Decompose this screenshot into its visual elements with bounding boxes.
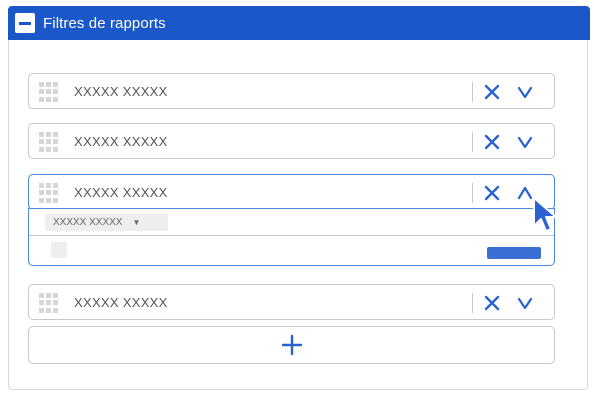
drag-handle-icon[interactable] — [39, 132, 59, 152]
add-filter-button[interactable] — [28, 326, 555, 364]
close-icon — [484, 295, 500, 311]
remove-filter-button[interactable] — [480, 291, 504, 315]
close-icon — [484, 84, 500, 100]
drag-handle-icon[interactable] — [39, 183, 59, 203]
close-icon — [484, 134, 500, 150]
divider — [472, 82, 473, 102]
remove-filter-button[interactable] — [480, 130, 504, 154]
expand-filter-button[interactable] — [513, 80, 537, 104]
filter-value-select[interactable]: XXXXX XXXXX ▼ — [45, 214, 168, 231]
remove-filter-button[interactable] — [480, 80, 504, 104]
drag-handle-icon[interactable] — [39, 82, 59, 102]
filter-row-active: XXXXX XXXXX — [28, 174, 555, 210]
divider — [29, 235, 554, 236]
divider — [472, 293, 473, 313]
filter-row: XXXXX XXXXX — [28, 123, 555, 159]
chevron-down-icon — [517, 297, 533, 310]
collapse-button[interactable] — [15, 13, 35, 33]
drag-handle-icon[interactable] — [39, 293, 59, 313]
panel-title: Filtres de rapports — [43, 14, 166, 32]
close-icon — [484, 185, 500, 201]
filter-row: XXXXX XXXXX — [28, 73, 555, 109]
filter-label: XXXXX XXXXX — [74, 84, 168, 99]
chevron-down-icon — [517, 136, 533, 149]
mouse-pointer-icon — [533, 197, 557, 232]
minus-icon — [19, 21, 31, 25]
filter-checkbox[interactable] — [51, 242, 67, 258]
filter-label: XXXXX XXXXX — [74, 295, 168, 310]
caret-down-icon: ▼ — [132, 218, 141, 227]
select-value: XXXXX XXXXX — [53, 217, 123, 228]
filter-label: XXXXX XXXXX — [74, 185, 168, 200]
filter-row: XXXXX XXXXX — [28, 284, 555, 320]
filter-details: XXXXX XXXXX ▼ — [28, 208, 555, 266]
plus-icon — [281, 334, 302, 356]
expand-filter-button[interactable] — [513, 130, 537, 154]
chevron-down-icon — [517, 86, 533, 99]
remove-filter-button[interactable] — [480, 181, 504, 205]
expand-filter-button[interactable] — [513, 291, 537, 315]
divider — [472, 132, 473, 152]
divider — [472, 183, 473, 203]
panel-header: Filtres de rapports — [8, 6, 590, 40]
apply-button[interactable] — [487, 247, 541, 259]
filter-label: XXXXX XXXXX — [74, 134, 168, 149]
